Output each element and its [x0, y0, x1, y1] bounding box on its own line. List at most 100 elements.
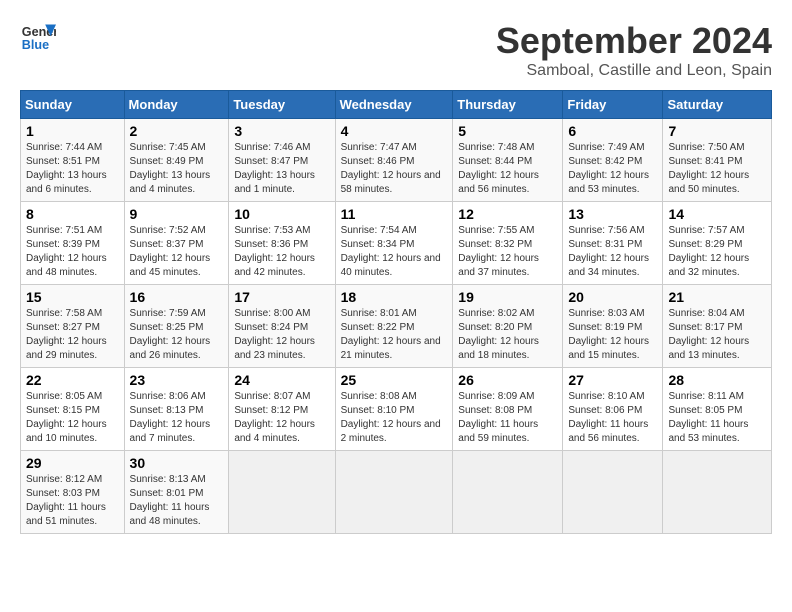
calendar-cell: 15 Sunrise: 7:58 AMSunset: 8:27 PMDaylig… — [21, 285, 125, 368]
weekday-header: Sunday — [21, 91, 125, 119]
day-number: 8 — [26, 206, 119, 222]
calendar-cell — [335, 451, 453, 534]
day-info: Sunrise: 7:45 AMSunset: 8:49 PMDaylight:… — [130, 142, 211, 195]
day-number: 13 — [568, 206, 657, 222]
weekday-header: Saturday — [663, 91, 772, 119]
header: General Blue September 2024 Samboal, Cas… — [20, 20, 772, 80]
weekday-header: Wednesday — [335, 91, 453, 119]
calendar-cell: 10 Sunrise: 7:53 AMSunset: 8:36 PMDaylig… — [229, 202, 335, 285]
calendar-cell: 7 Sunrise: 7:50 AMSunset: 8:41 PMDayligh… — [663, 119, 772, 202]
day-info: Sunrise: 7:51 AMSunset: 8:39 PMDaylight:… — [26, 225, 107, 278]
day-info: Sunrise: 8:11 AMSunset: 8:05 PMDaylight:… — [668, 391, 748, 444]
calendar-week-row: 1 Sunrise: 7:44 AMSunset: 8:51 PMDayligh… — [21, 119, 772, 202]
calendar-cell: 9 Sunrise: 7:52 AMSunset: 8:37 PMDayligh… — [124, 202, 229, 285]
day-info: Sunrise: 7:54 AMSunset: 8:34 PMDaylight:… — [341, 225, 441, 278]
day-info: Sunrise: 7:52 AMSunset: 8:37 PMDaylight:… — [130, 225, 211, 278]
day-info: Sunrise: 8:00 AMSunset: 8:24 PMDaylight:… — [234, 308, 315, 361]
day-info: Sunrise: 8:08 AMSunset: 8:10 PMDaylight:… — [341, 391, 441, 444]
day-number: 9 — [130, 206, 224, 222]
day-number: 19 — [458, 289, 557, 305]
calendar-cell: 12 Sunrise: 7:55 AMSunset: 8:32 PMDaylig… — [453, 202, 563, 285]
day-number: 16 — [130, 289, 224, 305]
calendar-cell — [563, 451, 663, 534]
day-number: 10 — [234, 206, 329, 222]
day-number: 2 — [130, 123, 224, 139]
calendar-cell: 21 Sunrise: 8:04 AMSunset: 8:17 PMDaylig… — [663, 285, 772, 368]
calendar-cell: 30 Sunrise: 8:13 AMSunset: 8:01 PMDaylig… — [124, 451, 229, 534]
day-info: Sunrise: 7:47 AMSunset: 8:46 PMDaylight:… — [341, 142, 441, 195]
day-info: Sunrise: 7:46 AMSunset: 8:47 PMDaylight:… — [234, 142, 315, 195]
day-number: 18 — [341, 289, 448, 305]
calendar-week-row: 8 Sunrise: 7:51 AMSunset: 8:39 PMDayligh… — [21, 202, 772, 285]
svg-text:Blue: Blue — [22, 38, 49, 52]
main-title: September 2024 — [496, 20, 772, 62]
day-info: Sunrise: 8:04 AMSunset: 8:17 PMDaylight:… — [668, 308, 749, 361]
calendar-cell — [453, 451, 563, 534]
calendar-cell: 22 Sunrise: 8:05 AMSunset: 8:15 PMDaylig… — [21, 368, 125, 451]
calendar-cell: 8 Sunrise: 7:51 AMSunset: 8:39 PMDayligh… — [21, 202, 125, 285]
calendar-cell: 28 Sunrise: 8:11 AMSunset: 8:05 PMDaylig… — [663, 368, 772, 451]
day-number: 12 — [458, 206, 557, 222]
day-info: Sunrise: 7:58 AMSunset: 8:27 PMDaylight:… — [26, 308, 107, 361]
logo: General Blue — [20, 20, 56, 56]
calendar-cell: 14 Sunrise: 7:57 AMSunset: 8:29 PMDaylig… — [663, 202, 772, 285]
calendar-cell: 11 Sunrise: 7:54 AMSunset: 8:34 PMDaylig… — [335, 202, 453, 285]
calendar-cell: 4 Sunrise: 7:47 AMSunset: 8:46 PMDayligh… — [335, 119, 453, 202]
calendar-cell: 1 Sunrise: 7:44 AMSunset: 8:51 PMDayligh… — [21, 119, 125, 202]
day-number: 22 — [26, 372, 119, 388]
day-info: Sunrise: 7:57 AMSunset: 8:29 PMDaylight:… — [668, 225, 749, 278]
day-info: Sunrise: 7:44 AMSunset: 8:51 PMDaylight:… — [26, 142, 107, 195]
day-number: 20 — [568, 289, 657, 305]
weekday-header: Tuesday — [229, 91, 335, 119]
day-info: Sunrise: 7:53 AMSunset: 8:36 PMDaylight:… — [234, 225, 315, 278]
weekday-header: Thursday — [453, 91, 563, 119]
day-info: Sunrise: 8:09 AMSunset: 8:08 PMDaylight:… — [458, 391, 538, 444]
day-number: 27 — [568, 372, 657, 388]
day-number: 30 — [130, 455, 224, 471]
calendar-cell: 16 Sunrise: 7:59 AMSunset: 8:25 PMDaylig… — [124, 285, 229, 368]
day-info: Sunrise: 8:03 AMSunset: 8:19 PMDaylight:… — [568, 308, 649, 361]
day-number: 21 — [668, 289, 766, 305]
day-number: 23 — [130, 372, 224, 388]
calendar-cell: 19 Sunrise: 8:02 AMSunset: 8:20 PMDaylig… — [453, 285, 563, 368]
day-number: 11 — [341, 206, 448, 222]
day-info: Sunrise: 8:13 AMSunset: 8:01 PMDaylight:… — [130, 474, 210, 527]
day-number: 1 — [26, 123, 119, 139]
day-number: 28 — [668, 372, 766, 388]
calendar-cell: 13 Sunrise: 7:56 AMSunset: 8:31 PMDaylig… — [563, 202, 663, 285]
calendar-table: SundayMondayTuesdayWednesdayThursdayFrid… — [20, 90, 772, 534]
day-info: Sunrise: 8:12 AMSunset: 8:03 PMDaylight:… — [26, 474, 106, 527]
calendar-cell: 18 Sunrise: 8:01 AMSunset: 8:22 PMDaylig… — [335, 285, 453, 368]
day-number: 7 — [668, 123, 766, 139]
subtitle: Samboal, Castille and Leon, Spain — [496, 62, 772, 80]
calendar-cell: 5 Sunrise: 7:48 AMSunset: 8:44 PMDayligh… — [453, 119, 563, 202]
calendar-cell: 25 Sunrise: 8:08 AMSunset: 8:10 PMDaylig… — [335, 368, 453, 451]
calendar-cell: 20 Sunrise: 8:03 AMSunset: 8:19 PMDaylig… — [563, 285, 663, 368]
weekday-header-row: SundayMondayTuesdayWednesdayThursdayFrid… — [21, 91, 772, 119]
calendar-cell: 29 Sunrise: 8:12 AMSunset: 8:03 PMDaylig… — [21, 451, 125, 534]
calendar-cell: 2 Sunrise: 7:45 AMSunset: 8:49 PMDayligh… — [124, 119, 229, 202]
day-info: Sunrise: 7:55 AMSunset: 8:32 PMDaylight:… — [458, 225, 539, 278]
day-info: Sunrise: 7:50 AMSunset: 8:41 PMDaylight:… — [668, 142, 749, 195]
day-number: 3 — [234, 123, 329, 139]
day-info: Sunrise: 8:02 AMSunset: 8:20 PMDaylight:… — [458, 308, 539, 361]
weekday-header: Friday — [563, 91, 663, 119]
day-info: Sunrise: 7:59 AMSunset: 8:25 PMDaylight:… — [130, 308, 211, 361]
weekday-header: Monday — [124, 91, 229, 119]
day-info: Sunrise: 7:49 AMSunset: 8:42 PMDaylight:… — [568, 142, 649, 195]
day-info: Sunrise: 7:56 AMSunset: 8:31 PMDaylight:… — [568, 225, 649, 278]
calendar-cell — [229, 451, 335, 534]
day-info: Sunrise: 8:07 AMSunset: 8:12 PMDaylight:… — [234, 391, 315, 444]
day-number: 15 — [26, 289, 119, 305]
calendar-week-row: 22 Sunrise: 8:05 AMSunset: 8:15 PMDaylig… — [21, 368, 772, 451]
calendar-cell: 17 Sunrise: 8:00 AMSunset: 8:24 PMDaylig… — [229, 285, 335, 368]
day-number: 17 — [234, 289, 329, 305]
day-number: 4 — [341, 123, 448, 139]
calendar-cell: 26 Sunrise: 8:09 AMSunset: 8:08 PMDaylig… — [453, 368, 563, 451]
day-number: 25 — [341, 372, 448, 388]
day-number: 24 — [234, 372, 329, 388]
title-section: September 2024 Samboal, Castille and Leo… — [496, 20, 772, 80]
day-info: Sunrise: 8:05 AMSunset: 8:15 PMDaylight:… — [26, 391, 107, 444]
day-number: 6 — [568, 123, 657, 139]
calendar-cell: 6 Sunrise: 7:49 AMSunset: 8:42 PMDayligh… — [563, 119, 663, 202]
